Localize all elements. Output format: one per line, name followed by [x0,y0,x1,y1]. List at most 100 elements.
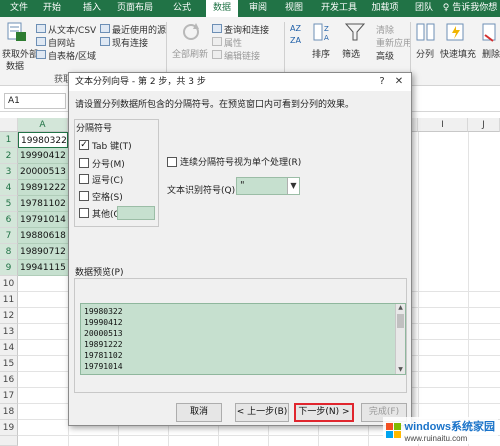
tab-view[interactable]: 视图 [278,0,310,17]
row-header[interactable]: 9 [0,260,18,276]
filter-button[interactable]: 筛选 [342,47,360,60]
text-to-columns-dialog: 文本分列向导 - 第 2 步，共 3 步 ? ✕ 请设置分列数据所包含的分隔符号… [68,72,412,426]
checkbox-box [167,156,177,167]
cell-a[interactable]: 19791014 [18,212,68,228]
checkbox-box [79,208,89,218]
delimiter-tab-checkbox[interactable]: ✓ Tab 键(T) [79,139,132,152]
watermark-title: windows系统家园 [404,421,495,433]
row-header[interactable]: 1 [0,132,18,148]
row-header[interactable]: 10 [0,276,18,292]
tab-page-layout[interactable]: 页面布局 [112,0,158,17]
row-header[interactable]: 19 [0,420,18,436]
reapply-button[interactable]: 重新应用 [376,36,412,49]
row-header[interactable]: 14 [0,340,18,356]
row-header[interactable]: 15 [0,356,18,372]
row-header[interactable]: 16 [0,372,18,388]
back-button[interactable]: < 上一步(B) [235,403,289,422]
queries-connections-button[interactable]: 查询和连接 [224,23,269,36]
scroll-up-icon[interactable]: ▲ [396,304,405,312]
text-to-columns-button[interactable]: 分列 [416,47,434,60]
row-header[interactable]: 8 [0,244,18,260]
sort-button[interactable]: 排序 [312,47,330,60]
tab-formulas[interactable]: 公式 [166,0,198,17]
column-header[interactable]: I [418,118,468,132]
cell-a1[interactable]: 19980322 [18,132,68,148]
from-table-button[interactable]: 自表格/区域 [48,49,96,62]
row-header[interactable]: 3 [0,164,18,180]
column-header[interactable]: A [18,118,68,132]
preview-line: 19891222 [84,340,123,349]
edit-links-icon [212,50,222,59]
delimiter-comma-checkbox[interactable]: 逗号(C) [79,173,123,186]
row-header[interactable]: 18 [0,404,18,420]
advanced-filter-button[interactable]: 高级 [376,49,394,62]
next-button[interactable]: 下一步(N) > [294,403,354,422]
delimiter-label: 分号(M) [92,159,125,170]
consecutive-delimiters-checkbox[interactable]: 连续分隔符号视为单个处理(R) [167,155,301,168]
from-text-button[interactable]: 从文本/CSV [48,23,96,36]
cell-a[interactable]: 19891222 [18,180,68,196]
cancel-button[interactable]: 取消 [176,403,222,422]
chevron-down-icon[interactable]: ▼ [287,178,299,194]
ribbon-tab-bar: 文件 开始 插入 页面布局 公式 数据 审阅 视图 开发工具 加载项 团队 ♀ … [0,0,500,17]
existing-connections-icon [100,37,110,46]
tab-home[interactable]: 开始 [36,0,68,17]
svg-text:Z: Z [324,25,329,33]
tab-developer[interactable]: 开发工具 [316,0,362,17]
tell-me-search[interactable]: ♀ 告诉我你想 [440,0,500,17]
refresh-all-button[interactable]: 全部刷新 [172,47,208,60]
row-header[interactable]: 5 [0,196,18,212]
preview-scrollbar[interactable]: ▲ ▼ [395,304,405,374]
row-header[interactable]: 13 [0,324,18,340]
cell-a[interactable]: 19890712 [18,244,68,260]
row-header[interactable]: 6 [0,212,18,228]
data-preview-pane[interactable]: 19980322 19990412 20000513 19891222 1978… [80,303,406,375]
properties-button[interactable]: 属性 [224,36,242,49]
remove-duplicates-icon [482,23,496,42]
tab-insert[interactable]: 插入 [76,0,108,17]
delimiter-semicolon-checkbox[interactable]: 分号(M) [79,157,125,170]
row-header[interactable]: 11 [0,292,18,308]
get-external-data-button[interactable]: 获取外部 数据 [2,21,38,72]
row-header[interactable]: 17 [0,388,18,404]
column-header[interactable]: J [468,118,500,132]
remove-duplicates-button[interactable]: 删除 [482,47,500,60]
recent-sources-button[interactable]: 最近使用的源 [112,23,166,36]
tab-team[interactable]: 团队 [410,0,438,17]
existing-connections-button[interactable]: 现有连接 [112,36,148,49]
close-icon[interactable]: ✕ [392,75,406,89]
delimiter-space-checkbox[interactable]: 空格(S) [79,190,123,203]
scroll-thumb[interactable] [397,314,404,328]
text-file-icon [36,24,46,33]
row-header[interactable] [0,436,18,446]
checkbox-box [79,158,89,168]
cell-a[interactable]: 19941115 [18,260,68,276]
checkbox-box [79,191,89,201]
tab-file[interactable]: 文件 [2,0,36,17]
database-icon [7,22,26,41]
row-header[interactable]: 2 [0,148,18,164]
from-web-button[interactable]: 自网站 [48,36,75,49]
cell-a[interactable]: 19781102 [18,196,68,212]
tab-addins[interactable]: 加载项 [366,0,404,17]
cell-a[interactable]: 20000513 [18,164,68,180]
cell-a[interactable]: 19990412 [18,148,68,164]
tab-review[interactable]: 审阅 [242,0,274,17]
help-button[interactable]: ? [375,75,389,89]
row-header[interactable]: 4 [0,180,18,196]
tab-data[interactable]: 数据 [206,0,238,17]
other-delimiter-input[interactable] [117,206,155,220]
scroll-down-icon[interactable]: ▼ [396,366,405,374]
name-box[interactable]: A1 [4,93,66,109]
grid-line [418,132,419,446]
edit-links-button[interactable]: 编辑链接 [224,49,260,62]
text-qualifier-select[interactable]: " ▼ [236,177,300,195]
select-all-corner[interactable] [0,118,18,132]
watermark-url: www.ruinaitu.com [404,434,468,443]
cell-a[interactable]: 19880618 [18,228,68,244]
row-header[interactable]: 12 [0,308,18,324]
clear-filter-button[interactable]: 清除 [376,23,394,36]
svg-text:ZA: ZA [290,36,301,45]
row-header[interactable]: 7 [0,228,18,244]
flash-fill-button[interactable]: 快速填充 [440,47,476,60]
